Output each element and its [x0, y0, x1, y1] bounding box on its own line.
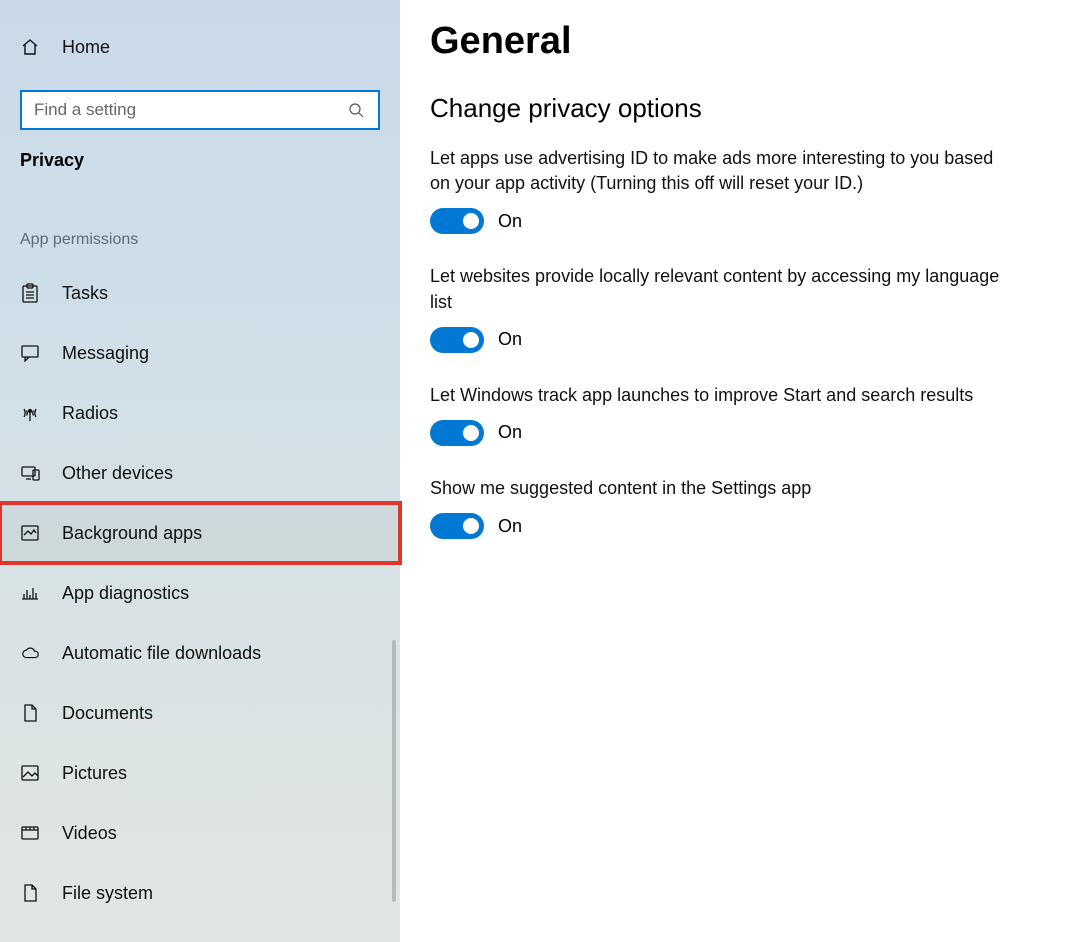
sidebar-item-radios[interactable]: Radios — [0, 383, 400, 443]
sidebar-item-label: Messaging — [62, 343, 149, 364]
sidebar-item-other-devices[interactable]: Other devices — [0, 443, 400, 503]
sidebar-item-label: Other devices — [62, 463, 173, 484]
sidebar-item-file-system[interactable]: File system — [0, 863, 400, 923]
setting-desc: Let websites provide locally relevant co… — [430, 264, 1010, 314]
sidebar-item-messaging[interactable]: Messaging — [0, 323, 400, 383]
home-nav[interactable]: Home — [0, 24, 400, 70]
sidebar-item-label: App diagnostics — [62, 583, 189, 604]
search-box[interactable] — [20, 90, 380, 130]
sidebar-item-label: Documents — [62, 703, 153, 724]
search-row — [0, 90, 400, 130]
toggle-state-label: On — [498, 211, 522, 232]
sidebar-item-label: Tasks — [62, 283, 108, 304]
search-icon — [346, 100, 366, 120]
sidebar-item-label: Videos — [62, 823, 117, 844]
setting-language-list: Let websites provide locally relevant co… — [430, 264, 1057, 352]
home-label: Home — [62, 37, 110, 58]
sidebar-item-documents[interactable]: Documents — [0, 683, 400, 743]
setting-suggested-content: Show me suggested content in the Setting… — [430, 476, 1057, 539]
setting-app-launches: Let Windows track app launches to improv… — [430, 383, 1057, 446]
cloud-icon — [20, 643, 40, 663]
toggle-advertising-id[interactable] — [430, 208, 484, 234]
setting-desc: Let apps use advertising ID to make ads … — [430, 146, 1010, 196]
category-label: Privacy — [0, 150, 400, 171]
sidebar-item-label: Automatic file downloads — [62, 643, 261, 664]
sidebar-item-pictures[interactable]: Pictures — [0, 743, 400, 803]
toggle-app-launches[interactable] — [430, 420, 484, 446]
sidebar-item-label: File system — [62, 883, 153, 904]
setting-desc: Show me suggested content in the Setting… — [430, 476, 1010, 501]
document-icon — [20, 703, 40, 723]
background-apps-icon — [20, 523, 40, 543]
search-input[interactable] — [34, 100, 346, 120]
toggle-language-list[interactable] — [430, 327, 484, 353]
main-content: General Change privacy options Let apps … — [400, 0, 1087, 942]
file-system-icon — [20, 883, 40, 903]
sidebar-item-label: Radios — [62, 403, 118, 424]
sidebar-item-videos[interactable]: Videos — [0, 803, 400, 863]
sidebar: Home Privacy App permissions Tasks — [0, 0, 400, 942]
sidebar-item-label: Pictures — [62, 763, 127, 784]
sidebar-item-tasks[interactable]: Tasks — [0, 263, 400, 323]
sidebar-item-automatic-file-downloads[interactable]: Automatic file downloads — [0, 623, 400, 683]
messaging-icon — [20, 343, 40, 363]
page-title: General — [430, 20, 1057, 63]
pictures-icon — [20, 763, 40, 783]
setting-desc: Let Windows track app launches to improv… — [430, 383, 1010, 408]
section-title: Change privacy options — [430, 93, 1057, 124]
nav-list: Tasks Messaging Radios — [0, 263, 400, 923]
section-heading: App permissions — [0, 231, 400, 249]
toggle-state-label: On — [498, 329, 522, 350]
tasks-icon — [20, 283, 40, 303]
setting-advertising-id: Let apps use advertising ID to make ads … — [430, 146, 1057, 234]
sidebar-item-app-diagnostics[interactable]: App diagnostics — [0, 563, 400, 623]
radios-icon — [20, 403, 40, 423]
toggle-suggested-content[interactable] — [430, 513, 484, 539]
toggle-state-label: On — [498, 516, 522, 537]
app-diagnostics-icon — [20, 583, 40, 603]
sidebar-item-background-apps[interactable]: Background apps — [0, 503, 400, 563]
toggle-state-label: On — [498, 422, 522, 443]
home-icon — [20, 37, 40, 57]
sidebar-item-label: Background apps — [62, 523, 202, 544]
other-devices-icon — [20, 463, 40, 483]
videos-icon — [20, 823, 40, 843]
scrollbar[interactable] — [392, 640, 396, 902]
